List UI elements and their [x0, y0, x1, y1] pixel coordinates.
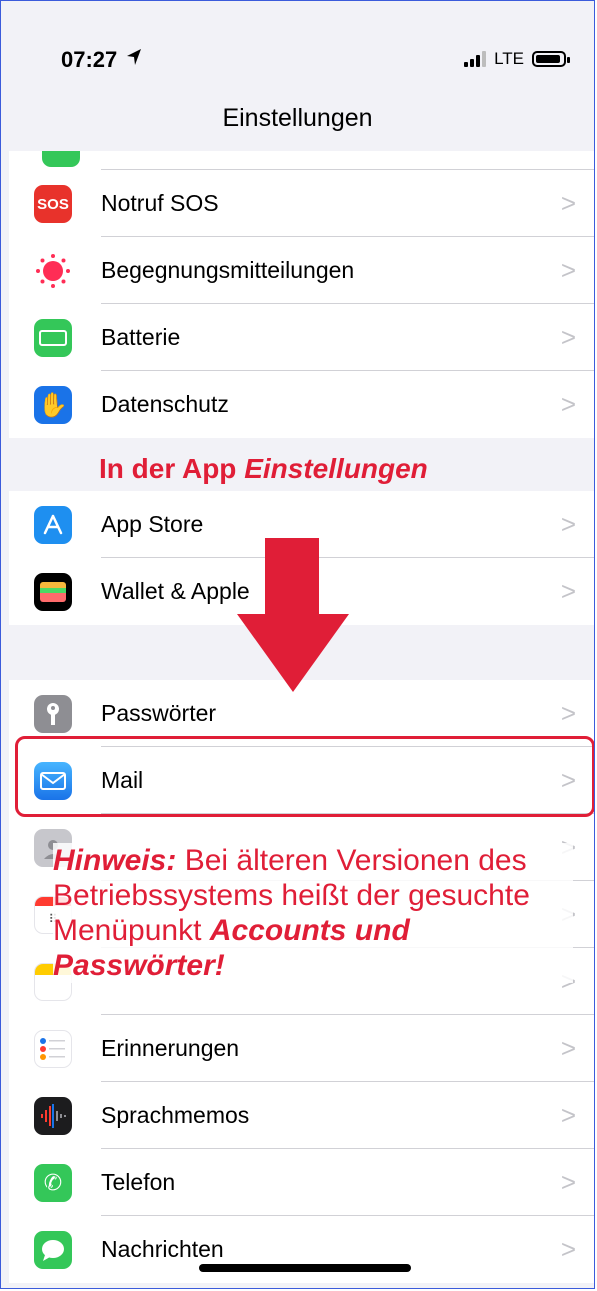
location-arrow-icon	[127, 49, 141, 65]
settings-row-telefon[interactable]: ✆ Telefon >	[9, 1149, 594, 1216]
chevron-right-icon: >	[560, 255, 576, 285]
caption-app-name: Einstellungen	[244, 453, 428, 484]
annotation-note: Hinweis: Bei älteren Versionen des Betri…	[53, 843, 573, 983]
battery-status-icon	[532, 51, 570, 67]
chevron-right-icon: >	[560, 576, 576, 606]
iphone-screen: 07:27 LTE Einstellungen SOS Notruf SOS >	[0, 0, 595, 1289]
chevron-right-icon: >	[560, 1033, 576, 1063]
page-title: Einstellungen	[222, 104, 373, 132]
red-down-arrow-icon	[237, 538, 349, 692]
messages-icon	[34, 1231, 72, 1269]
cut-off-app-icon	[42, 151, 80, 167]
settings-row-sprachmemos[interactable]: Sprachmemos >	[9, 1082, 594, 1149]
annotation-caption: In der App Einstellungen	[99, 453, 428, 484]
chevron-right-icon: >	[560, 1167, 576, 1197]
reminders-icon	[34, 1030, 72, 1068]
app-store-icon	[34, 506, 72, 544]
row-label: Begegnungsmitteilungen	[101, 257, 355, 283]
signal-icon	[464, 51, 487, 67]
settings-row-datenschutz[interactable]: ✋ Datenschutz >	[9, 371, 594, 438]
home-indicator[interactable]	[199, 1264, 411, 1272]
navigation-bar: Einstellungen	[1, 85, 594, 151]
sos-icon: SOS	[34, 185, 72, 223]
scrolled-off-row	[9, 151, 594, 170]
settings-row-nachrichten[interactable]: Nachrichten >	[9, 1216, 594, 1283]
privacy-hand-icon: ✋	[34, 386, 72, 424]
row-label: Datenschutz	[101, 391, 229, 417]
exposure-icon	[34, 252, 72, 290]
row-label: Telefon	[101, 1169, 176, 1195]
settings-row-begegnungsmitteilungen[interactable]: Begegnungsmitteilungen >	[9, 237, 594, 304]
settings-group-1: SOS Notruf SOS > Begegnungsmitteilungen …	[9, 170, 594, 438]
settings-row-batterie[interactable]: Batterie >	[9, 304, 594, 371]
chevron-right-icon: >	[560, 1100, 576, 1130]
note-lead: Hinweis:	[53, 844, 177, 877]
row-label: Sprachmemos	[101, 1102, 250, 1128]
status-bar: 07:27 LTE	[1, 1, 594, 85]
wallet-icon	[34, 573, 72, 611]
chevron-right-icon: >	[560, 509, 576, 539]
status-indicators: LTE	[464, 49, 570, 69]
row-label: App Store	[101, 511, 204, 537]
chevron-right-icon: >	[560, 1234, 576, 1264]
phone-icon: ✆	[34, 1164, 72, 1202]
chevron-right-icon: >	[560, 389, 576, 419]
battery-icon	[34, 319, 72, 357]
key-icon	[34, 695, 72, 733]
network-type: LTE	[494, 49, 524, 68]
chevron-right-icon: >	[560, 322, 576, 352]
row-label: Wallet & Apple	[101, 578, 250, 604]
status-time: 07:27	[61, 47, 118, 72]
mail-highlight-box	[15, 736, 594, 817]
settings-row-erinnerungen[interactable]: Erinnerungen >	[9, 1015, 594, 1082]
row-label: Nachrichten	[101, 1236, 224, 1262]
row-label: Batterie	[101, 324, 181, 350]
row-label: Notruf SOS	[101, 190, 219, 216]
chevron-right-icon: >	[560, 188, 576, 218]
voice-memos-icon	[34, 1097, 72, 1135]
settings-row-notruf-sos[interactable]: SOS Notruf SOS >	[9, 170, 594, 237]
row-label: Erinnerungen	[101, 1035, 240, 1061]
